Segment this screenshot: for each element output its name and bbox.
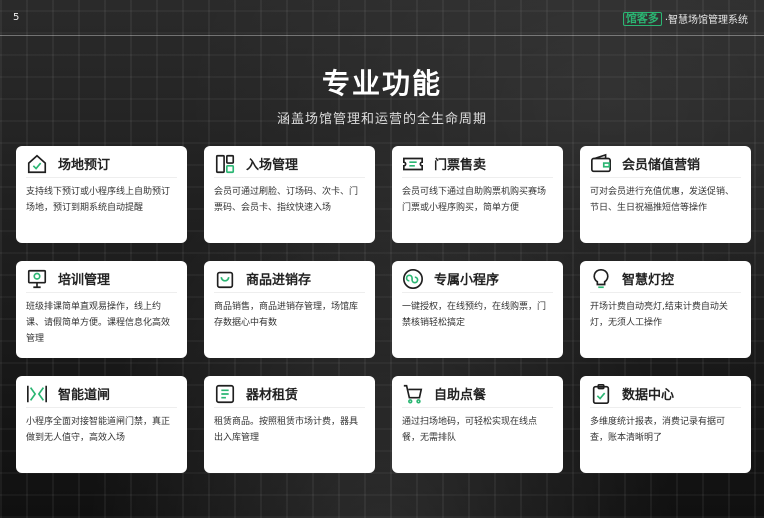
wallet-icon — [590, 153, 612, 175]
feature-card-mini-program: 专属小程序 一键授权，在线预约，在线购票，门禁核销轻松搞定 — [392, 261, 563, 358]
top-bar: 5 馆客多 ·智慧场馆管理系统 — [0, 0, 764, 36]
feature-title: 器材租赁 — [246, 388, 299, 403]
feature-description: 多维度统计报表，消费记录有据可查，账本清晰明了 — [590, 417, 726, 443]
feature-title: 场地预订 — [58, 158, 111, 173]
shopping-bag-icon — [214, 268, 236, 290]
feature-title: 培训管理 — [58, 273, 111, 288]
house-check-icon — [26, 153, 48, 175]
entrance-icon — [214, 153, 236, 175]
feature-title: 门票售卖 — [434, 158, 487, 173]
gate-icon — [26, 383, 48, 405]
feature-description: 会员可线下通过自助购票机购买赛场门票或小程序购买，简单方便 — [402, 187, 547, 213]
feature-card-inventory: 商品进销存 商品销售，商品进销存管理，场馆库存数据心中有数 — [204, 261, 375, 358]
feature-card-ticket-sales: 门票售卖 会员可线下通过自助购票机购买赛场门票或小程序购买，简单方便 — [392, 146, 563, 243]
feature-title: 会员储值营销 — [622, 158, 701, 173]
feature-title: 智能道闸 — [58, 388, 111, 403]
feature-description: 会员可通过刷脸、订场码、次卡、门票码、会员卡、指纹快速入场 — [214, 187, 359, 213]
feature-card-venue-booking: 场地预订 支持线下预订或小程序线上自助预订场地，预订到期系统自动提醒 — [16, 146, 187, 243]
feature-description: 班级排课简单直观易操作，线上约课、请假简单方便。课程信息化高效管理 — [26, 302, 171, 344]
feature-title: 数据中心 — [622, 388, 675, 403]
feature-card-self-ordering: 自助点餐 通过扫场地码，可轻松实现在线点餐，无需排队 — [392, 376, 563, 473]
feature-card-member-stored-value: 会员储值营销 可对会员进行充值优惠，发送促销、节日、生日祝福推短信等操作 — [580, 146, 751, 243]
feature-description: 一键授权，在线预约，在线购票，门禁核销轻松搞定 — [402, 302, 547, 328]
feature-card-equipment-rental: 器材租赁 租赁商品。按照租赁市场计费，器具出入库管理 — [204, 376, 375, 473]
clipboard-icon — [590, 383, 612, 405]
feature-title: 智慧灯控 — [622, 273, 675, 288]
training-board-icon — [26, 268, 48, 290]
feature-title: 专属小程序 — [434, 273, 500, 288]
feature-card-entry-management: 入场管理 会员可通过刷脸、订场码、次卡、门票码、会员卡、指纹快速入场 — [204, 146, 375, 243]
feature-title: 入场管理 — [246, 158, 299, 173]
feature-card-smart-gate: 智能道闸 小程序全面对接智能道闸门禁，真正做到无人值守，高效入场 — [16, 376, 187, 473]
page-title: 专业功能 — [321, 67, 442, 100]
feature-description: 可对会员进行充值优惠，发送促销、节日、生日祝福推短信等操作 — [590, 187, 735, 213]
brand-logo: 馆客多 — [622, 11, 662, 26]
brand: 馆客多 ·智慧场馆管理系统 — [622, 11, 748, 26]
feature-description: 商品销售，商品进销存管理，场馆库存数据心中有数 — [214, 302, 359, 328]
feature-description: 小程序全面对接智能道闸门禁，真正做到无人值守，高效入场 — [26, 417, 171, 443]
page-number: 5 — [13, 12, 20, 23]
rent-icon — [214, 383, 236, 405]
feature-description: 开场计费自动亮灯,结束计费自动关灯，无须人工操作 — [590, 302, 728, 328]
ticket-icon — [402, 153, 424, 175]
feature-description: 租赁商品。按照租赁市场计费，器具出入库管理 — [214, 417, 359, 443]
feature-card-training-management: 培训管理 班级排课简单直观易操作，线上约课、请假简单方便。课程信息化高效管理 — [16, 261, 187, 358]
brand-tagline: ·智慧场馆管理系统 — [664, 15, 748, 26]
page-subtitle: 涵盖场馆管理和运营的全生命周期 — [276, 112, 487, 127]
feature-card-data-center: 数据中心 多维度统计报表，消费记录有据可查，账本清晰明了 — [580, 376, 751, 473]
feature-description: 通过扫场地码，可轻松实现在线点餐，无需排队 — [402, 417, 538, 443]
feature-description: 支持线下预订或小程序线上自助预订场地，预订到期系统自动提醒 — [26, 187, 171, 213]
feature-title: 商品进销存 — [246, 273, 312, 288]
feature-card-smart-lighting: 智慧灯控 开场计费自动亮灯,结束计费自动关灯，无须人工操作 — [580, 261, 751, 358]
cart-icon — [402, 383, 424, 405]
mini-program-icon — [402, 268, 424, 290]
light-bulb-icon — [590, 268, 612, 290]
feature-grid: 场地预订 支持线下预订或小程序线上自助预订场地，预订到期系统自动提醒 入场管理 … — [16, 146, 751, 473]
feature-title: 自助点餐 — [434, 388, 487, 403]
